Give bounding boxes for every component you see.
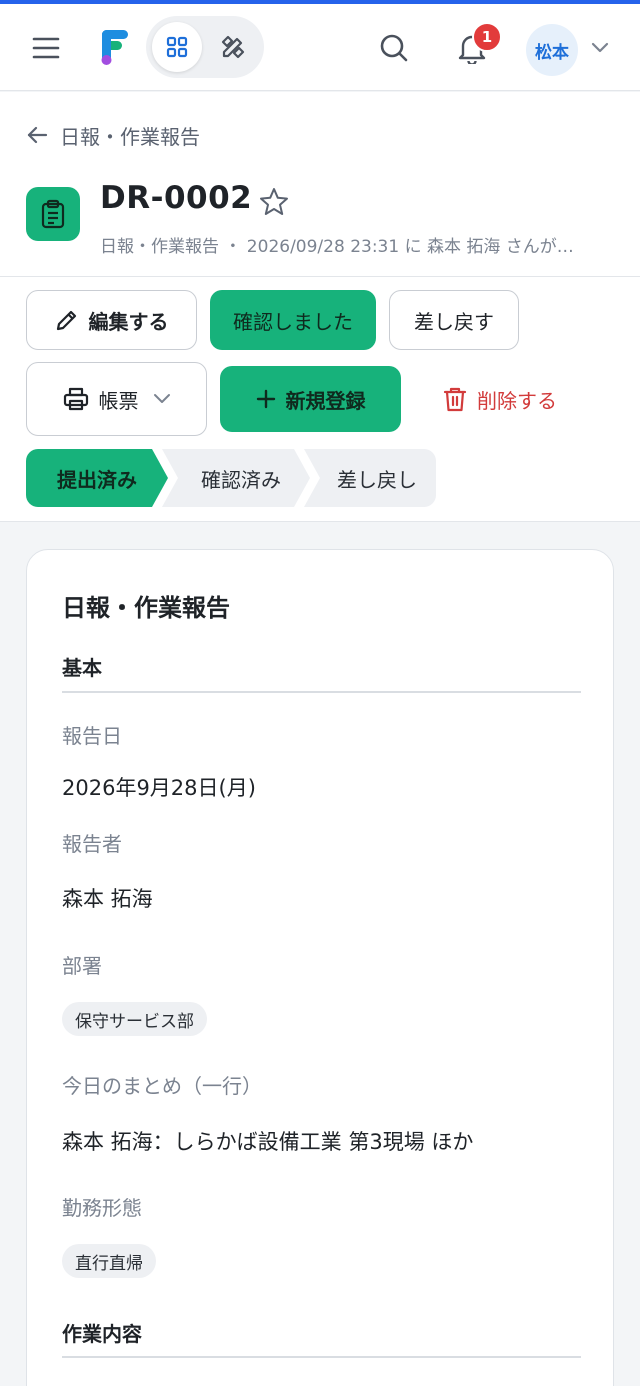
status-step-returned[interactable]: 差し戻し bbox=[304, 449, 436, 507]
reporter-label: 報告者 bbox=[62, 832, 122, 856]
work-style-label: 勤務形態 bbox=[62, 1196, 142, 1220]
clipboard-icon bbox=[26, 187, 80, 241]
card-title: 日報・作業報告 bbox=[62, 594, 230, 622]
status-step-confirmed[interactable]: 確認済み bbox=[162, 449, 310, 507]
favorite-star-icon[interactable] bbox=[256, 184, 292, 220]
arrow-left-icon bbox=[27, 126, 48, 144]
printer-icon bbox=[63, 387, 88, 411]
chevron-down-icon[interactable] bbox=[586, 34, 614, 62]
record-header: 日報・作業報告 DR-0002 日報・作業報告 ・ 2026/09/28 23:… bbox=[0, 92, 640, 522]
summary-label: 今日のまとめ（一行） bbox=[62, 1074, 262, 1098]
app-logo-icon[interactable] bbox=[92, 24, 140, 72]
section-divider bbox=[62, 691, 581, 693]
trash-icon bbox=[443, 387, 467, 412]
grid-view-icon[interactable] bbox=[152, 22, 202, 72]
search-icon[interactable] bbox=[370, 26, 418, 70]
mode-toggle bbox=[146, 16, 264, 78]
app-header: 1 松本 bbox=[0, 4, 640, 91]
plus-icon bbox=[256, 389, 275, 409]
pencil-icon bbox=[56, 310, 76, 331]
notification-badge: 1 bbox=[472, 22, 502, 52]
new-record-button[interactable]: 新規登録 bbox=[220, 366, 401, 432]
status-step-submitted[interactable]: 提出済み bbox=[26, 449, 168, 507]
edit-button[interactable]: 編集する bbox=[26, 290, 197, 350]
section-work-title: 作業内容 bbox=[62, 1322, 142, 1346]
design-tools-icon[interactable] bbox=[208, 22, 258, 72]
divider bbox=[0, 276, 640, 277]
hamburger-menu-icon[interactable] bbox=[20, 26, 72, 70]
report-dropdown-button[interactable]: 帳票 bbox=[26, 362, 207, 436]
detail-card: 日報・作業報告 基本 報告日 2026年9月28日(月) 報告者 森本 拓海 部… bbox=[26, 549, 614, 1386]
delete-button-label: 削除する bbox=[477, 388, 557, 413]
chevron-down-icon bbox=[153, 394, 170, 403]
delete-button[interactable]: 削除する bbox=[420, 366, 580, 432]
work-style-chip: 直行直帰 bbox=[62, 1244, 156, 1278]
confirm-button[interactable]: 確認しました bbox=[210, 290, 376, 350]
confirm-button-label: 確認しました bbox=[233, 309, 353, 334]
section-divider bbox=[62, 1356, 581, 1358]
status-steps: 差し戻し 確認済み 提出済み bbox=[26, 449, 436, 507]
send-back-button-label: 差し戻す bbox=[414, 309, 494, 334]
back-link[interactable]: 日報・作業報告 bbox=[26, 120, 200, 150]
report-date-label: 報告日 bbox=[62, 724, 122, 748]
report-button-label: 帳票 bbox=[98, 388, 139, 413]
back-link-label: 日報・作業報告 bbox=[60, 124, 200, 149]
user-avatar[interactable]: 松本 bbox=[526, 24, 578, 76]
department-chip: 保守サービス部 bbox=[62, 1002, 207, 1036]
edit-button-label: 編集する bbox=[88, 309, 169, 334]
section-basic-title: 基本 bbox=[62, 656, 102, 680]
send-back-button[interactable]: 差し戻す bbox=[389, 290, 519, 350]
record-id: DR-0002 bbox=[100, 180, 253, 216]
new-record-button-label: 新規登録 bbox=[285, 388, 366, 413]
summary-value: 森本 拓海：しらかば設備工業 第3現場 ほか bbox=[62, 1130, 474, 1154]
department-label: 部署 bbox=[62, 954, 102, 978]
reporter-value: 森本 拓海 bbox=[62, 887, 153, 911]
record-meta: 日報・作業報告 ・ 2026/09/28 23:31 に 森本 拓海 さんが… bbox=[100, 237, 574, 257]
report-date-value: 2026年9月28日(月) bbox=[62, 776, 256, 800]
